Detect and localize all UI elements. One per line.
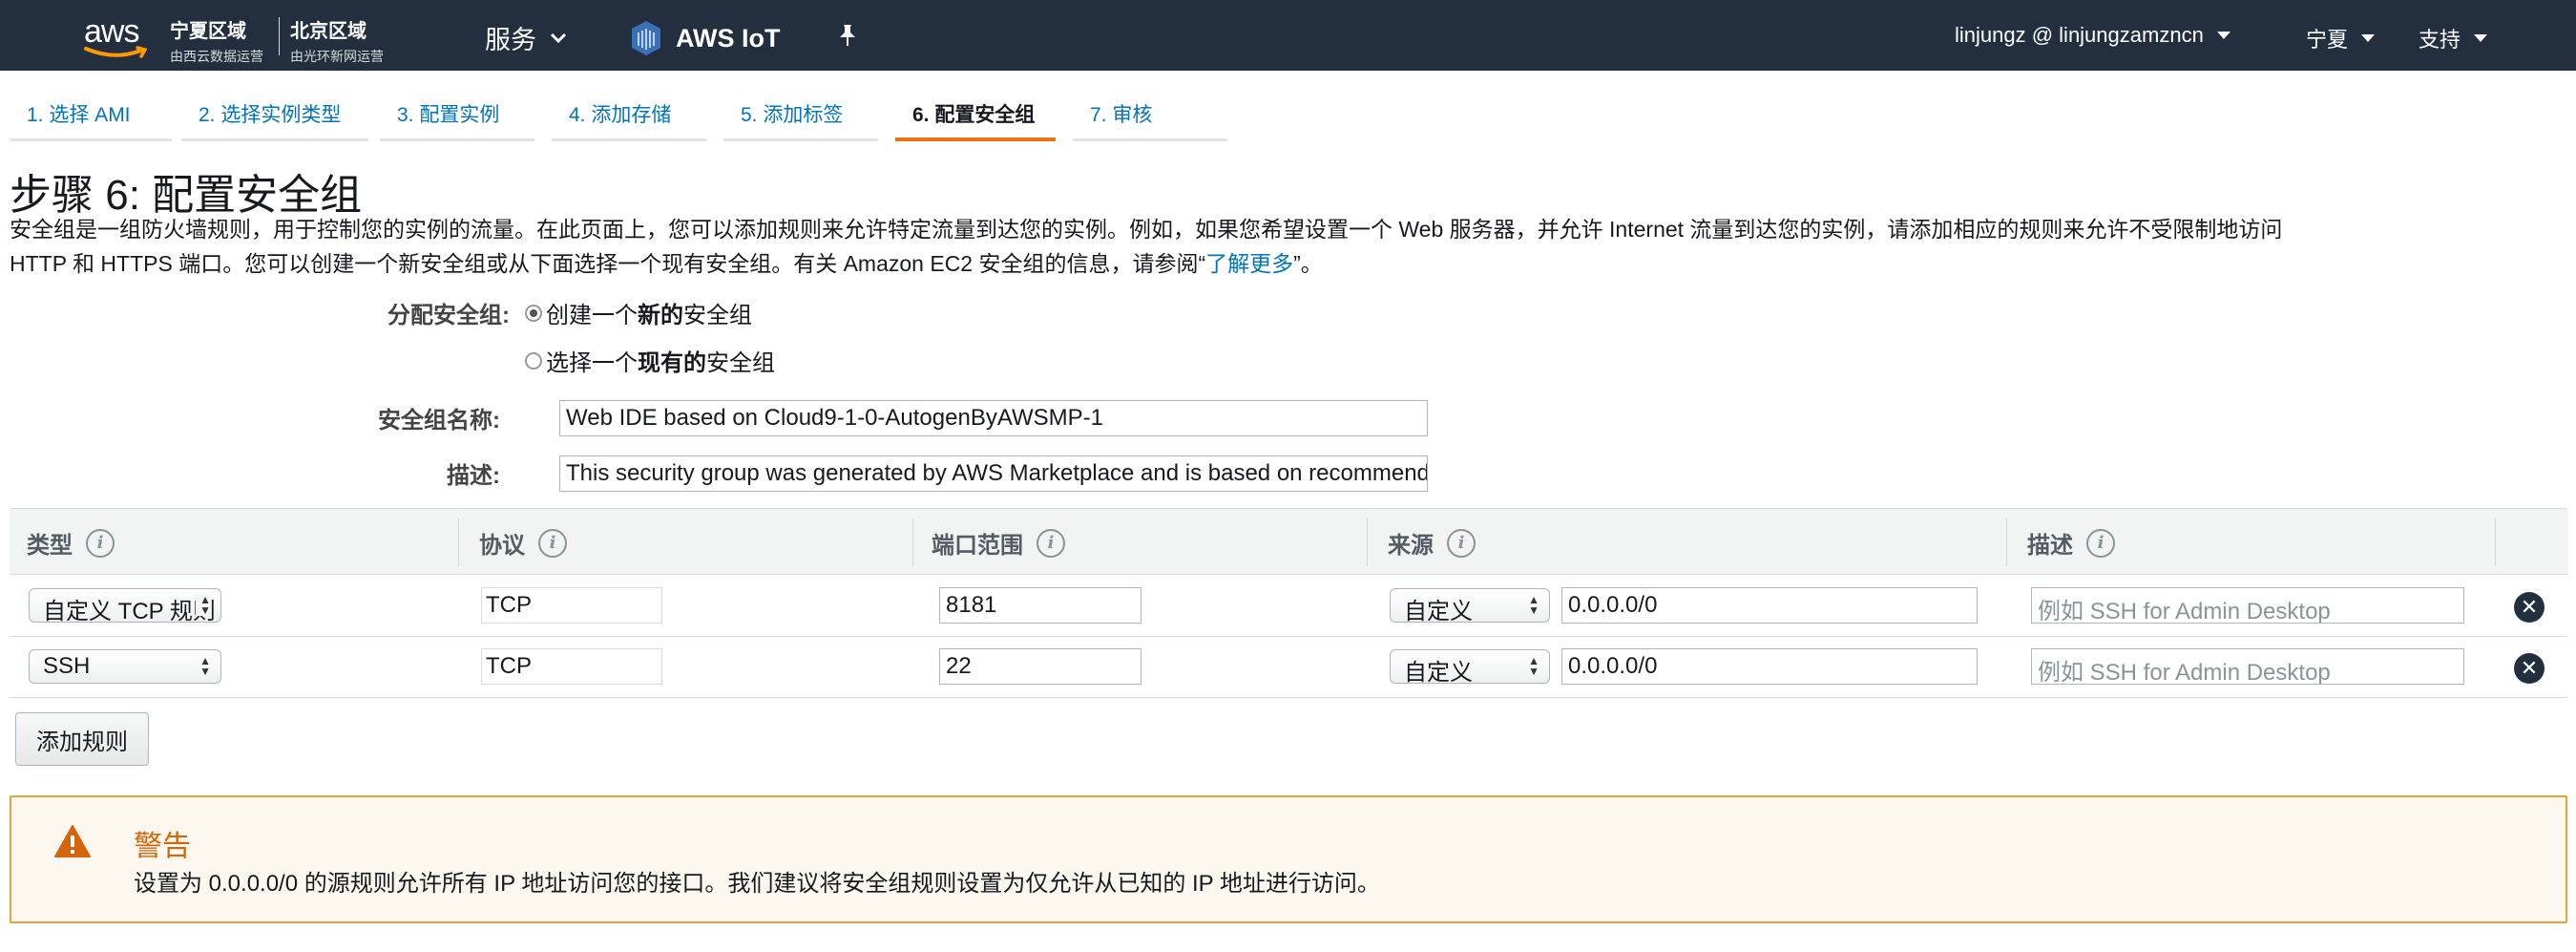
- radio-button-checked[interactable]: [525, 304, 542, 322]
- column-divider: [458, 518, 459, 566]
- tab-choose-instance-type[interactable]: 2. 选择实例类型: [181, 99, 368, 141]
- info-icon[interactable]: i: [1037, 528, 1065, 558]
- warning-triangle-icon: [54, 825, 91, 857]
- warning-message: 设置为 0.0.0.0/0 的源规则允许所有 IP 地址访问您的接口。我们建议将…: [134, 871, 1380, 897]
- tab-add-storage[interactable]: 4. 添加存储: [552, 99, 706, 141]
- column-header-type: 类型 i: [27, 526, 115, 560]
- add-rule-button[interactable]: 添加规则: [15, 712, 149, 766]
- rule-description-input[interactable]: 例如 SSH for Admin Desktop: [2031, 587, 2464, 624]
- rule-type-select[interactable]: 自定义 TCP 规则 ▲ ▼: [29, 588, 221, 623]
- intro-text: 安全组是一组防火墙规则，用于控制您的实例的流量。在此页面上，您可以添加规则来允许…: [10, 217, 2283, 276]
- description-label: 描述:: [447, 463, 500, 489]
- tab-review[interactable]: 7. 审核: [1073, 99, 1227, 141]
- select-arrows-icon: ▲ ▼: [199, 654, 211, 678]
- caret-down-icon: [2474, 34, 2488, 42]
- remove-rule-icon[interactable]: ✕: [2514, 653, 2545, 684]
- column-header-protocol: 协议 i: [479, 526, 567, 560]
- rule-type-select[interactable]: SSH ▲ ▼: [29, 649, 221, 684]
- assign-security-group-label: 分配安全组:: [387, 303, 510, 328]
- caret-down-icon: [2216, 32, 2230, 39]
- select-arrows-icon: ▲ ▼: [1528, 654, 1539, 678]
- row-divider: [10, 636, 2567, 637]
- column-divider: [1367, 518, 1368, 566]
- rules-table-header: 类型 i 协议 i 端口范围 i 来源 i 描述 i: [10, 508, 2567, 575]
- info-icon[interactable]: i: [538, 528, 567, 558]
- column-divider: [2006, 518, 2007, 566]
- source-type-select[interactable]: 自定义 ▲ ▼: [1390, 649, 1550, 684]
- region-beijing: 北京区域 由光环新网运营: [290, 21, 384, 64]
- info-icon[interactable]: i: [86, 528, 115, 558]
- iot-service-icon: [632, 21, 660, 55]
- column-header-source: 来源 i: [1388, 526, 1476, 560]
- source-cidr-input[interactable]: 0.0.0.0/0: [1561, 587, 1978, 624]
- chevron-down-icon: [550, 32, 567, 43]
- select-arrows-icon: ▲ ▼: [1528, 593, 1539, 617]
- warning-title: 警告: [134, 831, 191, 862]
- column-header-port-range: 端口范围 i: [932, 526, 1065, 560]
- info-icon[interactable]: i: [1447, 528, 1476, 558]
- column-divider: [2495, 518, 2496, 566]
- region-menu[interactable]: 宁夏: [2306, 23, 2376, 53]
- row-divider: [10, 697, 2567, 698]
- tab-add-tags[interactable]: 5. 添加标签: [723, 99, 878, 141]
- info-icon[interactable]: i: [2086, 528, 2115, 558]
- source-cidr-input[interactable]: 0.0.0.0/0: [1561, 648, 1978, 685]
- source-type-select[interactable]: 自定义 ▲ ▼: [1390, 588, 1550, 623]
- account-menu[interactable]: linjungz @ linjungzamzncn: [1955, 23, 2230, 48]
- remove-rule-icon[interactable]: ✕: [2514, 592, 2545, 623]
- aws-logo[interactable]: aws: [84, 13, 151, 59]
- tab-choose-ami[interactable]: 1. 选择 AMI: [10, 99, 172, 141]
- rule-description-input[interactable]: 例如 SSH for Admin Desktop: [2031, 648, 2464, 685]
- region-ningxia: 宁夏区域 由西云数据运营: [170, 21, 263, 64]
- pushpin-icon: [840, 25, 855, 46]
- aws-smile-icon: [84, 46, 147, 58]
- select-arrows-icon: ▲ ▼: [196, 594, 211, 616]
- tab-configure-security-group[interactable]: 6. 配置安全组: [895, 99, 1056, 141]
- protocol-field: TCP: [481, 648, 662, 685]
- tab-configure-instance[interactable]: 3. 配置实例: [380, 99, 534, 141]
- security-group-name-input[interactable]: Web IDE based on Cloud9-1-0-AutogenByAWS…: [559, 400, 1428, 436]
- radio-select-existing-group[interactable]: 选择一个 现有的 安全组: [525, 344, 775, 377]
- port-range-input[interactable]: 8181: [939, 587, 1141, 624]
- top-navigation-bar: aws 宁夏区域 由西云数据运营 北京区域 由光环新网运营 服务 AWS IoT…: [0, 0, 2576, 71]
- services-menu[interactable]: 服务: [485, 19, 567, 56]
- region-divider: [279, 17, 280, 55]
- aws-iot-shortcut[interactable]: AWS IoT: [630, 19, 781, 57]
- port-range-input[interactable]: 22: [939, 648, 1141, 685]
- protocol-field: TCP: [481, 587, 662, 624]
- support-menu[interactable]: 支持: [2419, 23, 2488, 53]
- pin-icon[interactable]: [836, 23, 859, 48]
- caret-down-icon: [2361, 34, 2376, 42]
- radio-create-new-group[interactable]: 创建一个 新的 安全组: [525, 296, 752, 329]
- warning-alert: 警告 设置为 0.0.0.0/0 的源规则允许所有 IP 地址访问您的接口。我们…: [10, 795, 2567, 923]
- column-header-description: 描述 i: [2027, 526, 2115, 560]
- security-group-description-input[interactable]: This security group was generated by AWS…: [559, 455, 1428, 492]
- learn-more-link[interactable]: 了解更多: [1205, 251, 1293, 276]
- security-group-name-label: 安全组名称:: [378, 408, 500, 434]
- radio-button-unchecked[interactable]: [525, 351, 542, 370]
- column-divider: [912, 518, 913, 566]
